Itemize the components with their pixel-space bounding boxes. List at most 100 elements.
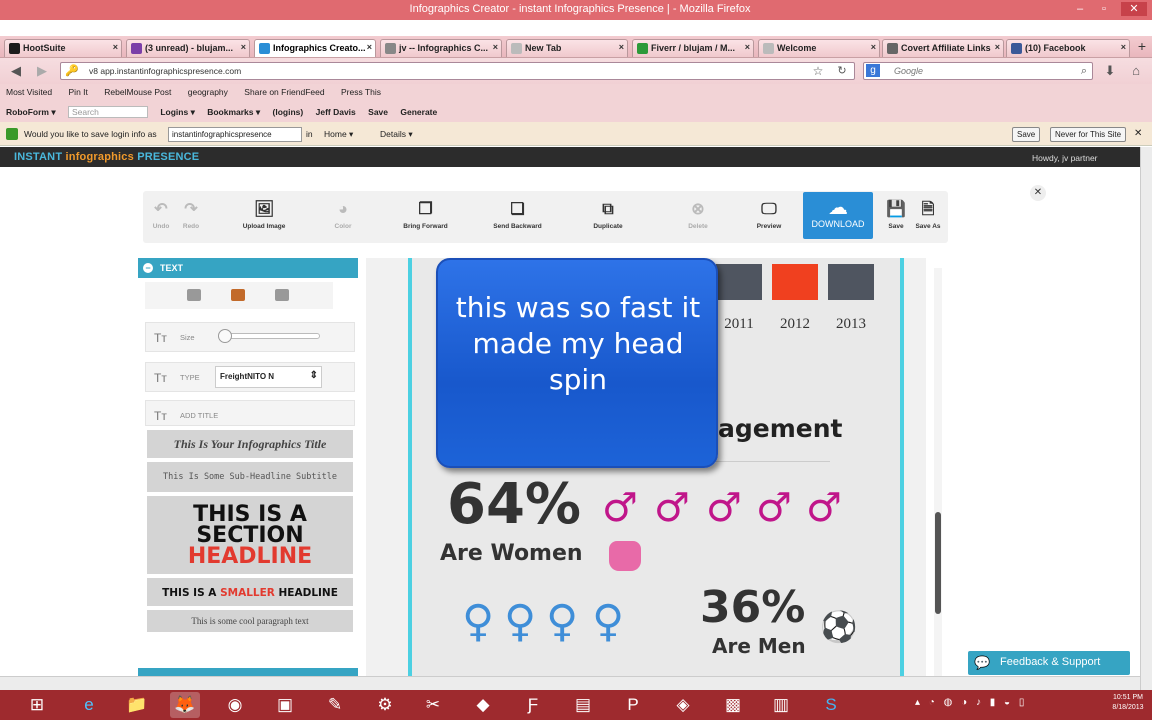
roboform-identity[interactable]: Jeff Davis: [316, 107, 356, 117]
align-right-icon[interactable]: [275, 289, 289, 301]
system-tray[interactable]: ▴ ◔ ◍ ◑ ♪ ▮ ◒ ▯: [915, 697, 1095, 713]
browser-tab[interactable]: Fiverr / blujam / M... ×: [632, 39, 754, 57]
text-panel-header[interactable]: − TEXT: [138, 258, 358, 278]
women-label[interactable]: Are Women: [440, 541, 583, 566]
sample-title[interactable]: This Is Your Infographics Title: [147, 430, 353, 458]
start-icon[interactable]: ⊞: [22, 692, 52, 718]
male-icon[interactable]: ♂: [806, 485, 842, 531]
male-icon[interactable]: ♂: [756, 485, 792, 531]
sample-section-headline[interactable]: THIS IS A SECTION HEADLINE: [147, 496, 353, 574]
engagement-heading[interactable]: agement: [718, 414, 842, 443]
roboform-logins[interactable]: Logins ▾: [160, 107, 195, 117]
google-icon[interactable]: g: [866, 64, 880, 77]
back-icon[interactable]: ◀: [8, 64, 24, 78]
canvas-scrollbar-thumb[interactable]: [935, 512, 941, 614]
send-backward-button[interactable]: ❏ Send Backward: [475, 191, 560, 243]
app-logo[interactable]: INSTANT infographics PRESENCE: [14, 151, 199, 163]
bookmark-rebelmouse[interactable]: RebelMouse Post: [104, 87, 171, 97]
maximize-button[interactable]: ▫: [1097, 2, 1111, 16]
size-slider-handle[interactable]: [218, 329, 232, 343]
tab-close-icon[interactable]: ×: [493, 42, 498, 52]
canvas-scrollbar[interactable]: [934, 268, 942, 680]
save-as-button[interactable]: 🗎 Save As: [913, 191, 943, 243]
horizontal-scrollbar[interactable]: [0, 676, 1140, 690]
browser-tab[interactable]: jv -- Infographics C... ×: [380, 39, 502, 57]
home-icon[interactable]: ⌂: [1128, 64, 1144, 78]
men-percentage[interactable]: 36%: [700, 582, 805, 633]
browser-tab[interactable]: HootSuite ×: [4, 39, 122, 57]
internet-explorer-icon[interactable]: e: [74, 692, 104, 718]
year-label-2011[interactable]: 2011: [716, 316, 762, 333]
tab-close-icon[interactable]: ×: [1121, 42, 1126, 52]
forward-icon[interactable]: ▶: [34, 64, 50, 78]
tab-close-icon[interactable]: ×: [619, 42, 624, 52]
bookmark-star-icon[interactable]: ☆: [810, 64, 826, 78]
female-icon[interactable]: ♀: [504, 596, 536, 647]
men-label[interactable]: Are Men: [712, 634, 806, 658]
roboform-logins-list[interactable]: (logins): [273, 107, 304, 117]
app-icon-3[interactable]: ⚙: [370, 692, 400, 718]
women-percentage[interactable]: 64%: [447, 472, 581, 537]
sample-smaller-headline[interactable]: THIS IS A SMALLER HEADLINE: [147, 578, 353, 606]
menu-tools[interactable]: Tools: [186, 21, 209, 32]
female-icon[interactable]: ♀: [592, 596, 624, 647]
bring-forward-button[interactable]: ❐ Bring Forward: [383, 191, 468, 243]
redo-button[interactable]: ↷ Redo: [177, 191, 205, 243]
browser-tab[interactable]: Infographics Creato... ×: [254, 39, 376, 57]
app-icon-4[interactable]: ✂: [418, 692, 448, 718]
app-icon-9[interactable]: ▥: [766, 692, 796, 718]
year-bar-2012[interactable]: [772, 264, 818, 300]
bookmark-friendfeed[interactable]: Share on FriendFeed: [244, 87, 324, 97]
download-arrow-icon[interactable]: ⬇: [1102, 64, 1118, 78]
roboform-bookmarks[interactable]: Bookmarks ▾: [207, 107, 260, 117]
close-editor-icon[interactable]: ✕: [1030, 185, 1046, 201]
app-icon-8[interactable]: ▩: [718, 692, 748, 718]
browser-tab[interactable]: New Tab ×: [506, 39, 628, 57]
purse-icon[interactable]: [609, 541, 641, 571]
menu-history[interactable]: History: [87, 21, 118, 32]
url-bar[interactable]: v8 app.instantinfographicspresence.com: [60, 62, 855, 80]
male-icon[interactable]: ♂: [706, 485, 742, 531]
skype-icon[interactable]: S: [816, 692, 846, 718]
menu-file[interactable]: File: [6, 21, 22, 32]
close-window-button[interactable]: ✕: [1121, 2, 1147, 16]
soccer-ball-icon[interactable]: ⚽: [820, 610, 857, 645]
roboform-menu[interactable]: RoboForm ▾: [6, 107, 56, 117]
roboform-search[interactable]: Search: [67, 106, 148, 118]
male-icon[interactable]: ♂: [654, 485, 690, 531]
tab-close-icon[interactable]: ×: [995, 42, 1000, 52]
align-left-icon[interactable]: [187, 289, 201, 301]
browser-tab[interactable]: (10) Facebook ×: [1006, 39, 1130, 57]
save-button[interactable]: 💾 Save: [883, 191, 909, 243]
bookmark-press-this[interactable]: Press This: [341, 87, 381, 97]
bookmark-pin-it[interactable]: Pin It: [69, 87, 88, 97]
bookmark-most-visited[interactable]: Most Visited: [6, 87, 52, 97]
align-center-icon[interactable]: [231, 289, 245, 301]
menu-view[interactable]: View: [57, 21, 79, 32]
roboform-generate[interactable]: Generate: [400, 107, 437, 117]
year-bar-2013[interactable]: [828, 264, 874, 300]
tab-close-icon[interactable]: ×: [871, 42, 876, 52]
app-icon-1[interactable]: ▣: [270, 692, 300, 718]
details-select[interactable]: Details ▾: [380, 129, 413, 140]
site-identity-icon[interactable]: 🔑: [64, 64, 80, 78]
clock[interactable]: 10:51 PM 8/18/2013: [1108, 693, 1148, 713]
menu-help[interactable]: Help: [218, 21, 239, 32]
add-title-row[interactable]: Tт ADD TITLE: [145, 400, 355, 426]
color-button[interactable]: ◕ Color: [313, 191, 373, 243]
save-login-button[interactable]: Save: [1012, 127, 1041, 142]
app-icon-6[interactable]: ▤: [568, 692, 598, 718]
font-select[interactable]: FreightNITO N ⇕: [215, 366, 322, 388]
menu-bookmarks[interactable]: Bookmarks: [127, 21, 177, 32]
search-icon[interactable]: ⌕: [1076, 64, 1092, 78]
delete-button[interactable]: ⊗ Delete: [663, 191, 733, 243]
roboform-save[interactable]: Save: [368, 107, 388, 117]
menu-edit[interactable]: Edit: [31, 21, 48, 32]
notification-close-icon[interactable]: ✕: [1134, 128, 1142, 139]
never-save-button[interactable]: Never for This Site: [1050, 127, 1127, 142]
preview-button[interactable]: 🖵 Preview: [743, 191, 795, 243]
upload-image-button[interactable]: 🖼 Upload Image: [219, 191, 309, 243]
download-button[interactable]: ☁ DOWNLOAD: [803, 192, 873, 239]
minimize-button[interactable]: –: [1073, 2, 1087, 16]
male-icon[interactable]: ♂: [602, 485, 638, 531]
